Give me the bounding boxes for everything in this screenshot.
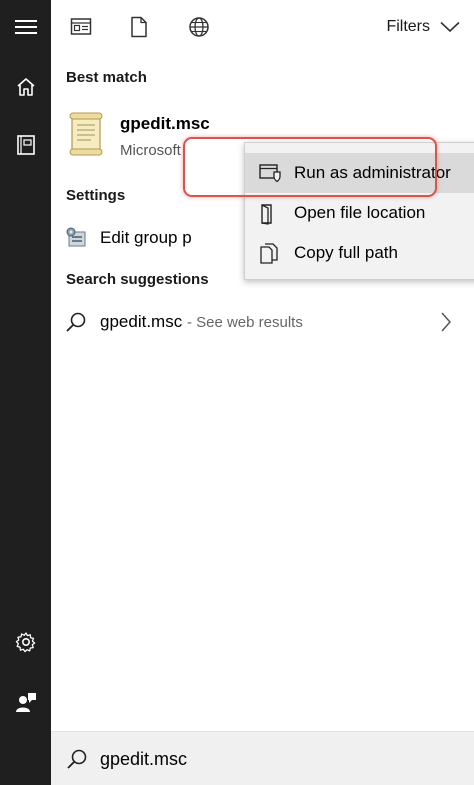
chevron-down-icon xyxy=(440,21,460,33)
search-input[interactable] xyxy=(100,746,440,772)
notebook-button[interactable] xyxy=(0,120,51,170)
best-match-subtitle: Microsoft xyxy=(120,142,181,159)
suggestion-hint: - See web results xyxy=(186,314,303,331)
documents-icon xyxy=(131,16,147,38)
menu-item-copy-full-path[interactable]: Copy full path xyxy=(245,233,474,273)
hamburger-menu-button[interactable] xyxy=(0,2,51,52)
best-match-title: gpedit.msc xyxy=(120,114,210,133)
search-box[interactable] xyxy=(51,731,474,785)
apps-icon xyxy=(70,18,92,35)
top-toolbar: Filters xyxy=(51,0,474,52)
settings-button[interactable] xyxy=(0,617,51,667)
search-results-panel: Filters Best match gpedit.msc Microsoft … xyxy=(51,0,474,785)
feedback-button[interactable] xyxy=(0,677,51,727)
home-button[interactable] xyxy=(0,62,51,112)
folder-open-icon xyxy=(259,203,279,230)
search-icon xyxy=(66,748,88,775)
hamburger-menu-icon xyxy=(14,20,37,34)
suggestion-term: gpedit.msc xyxy=(100,312,183,331)
menu-item-label: Run as administrator xyxy=(294,163,451,182)
search-icon xyxy=(65,311,87,338)
notebook-icon xyxy=(16,135,35,155)
left-rail xyxy=(0,0,51,785)
menu-item-run-as-administrator[interactable]: Run as administrator xyxy=(245,153,474,193)
msc-file-icon xyxy=(67,112,105,161)
home-icon xyxy=(16,78,35,96)
chevron-right-icon xyxy=(440,312,452,337)
menu-item-label: Open file location xyxy=(294,203,426,222)
group-policy-icon xyxy=(65,226,89,255)
menu-item-label: Copy full path xyxy=(294,243,398,262)
filters-label: Filters xyxy=(386,18,430,35)
context-menu: Run as administrator Open file location … xyxy=(244,142,474,280)
filters-dropdown[interactable]: Filters xyxy=(386,14,460,40)
settings-result-label: Edit group p xyxy=(100,228,192,247)
apps-filter-button[interactable] xyxy=(67,13,95,41)
copy-icon xyxy=(259,243,279,270)
documents-filter-button[interactable] xyxy=(125,13,153,41)
suggestion-text: gpedit.msc - See web results xyxy=(100,312,303,332)
menu-item-open-file-location[interactable]: Open file location xyxy=(245,193,474,233)
feedback-icon xyxy=(15,693,36,712)
shield-window-icon xyxy=(259,163,281,188)
settings-gear-icon xyxy=(15,632,35,653)
web-filter-button[interactable] xyxy=(185,13,213,41)
section-search-suggestions: Search suggestions xyxy=(66,271,209,288)
web-icon xyxy=(189,17,209,37)
web-suggestion-item[interactable]: gpedit.msc - See web results xyxy=(51,302,474,342)
section-best-match: Best match xyxy=(66,69,147,86)
section-settings: Settings xyxy=(66,187,126,204)
